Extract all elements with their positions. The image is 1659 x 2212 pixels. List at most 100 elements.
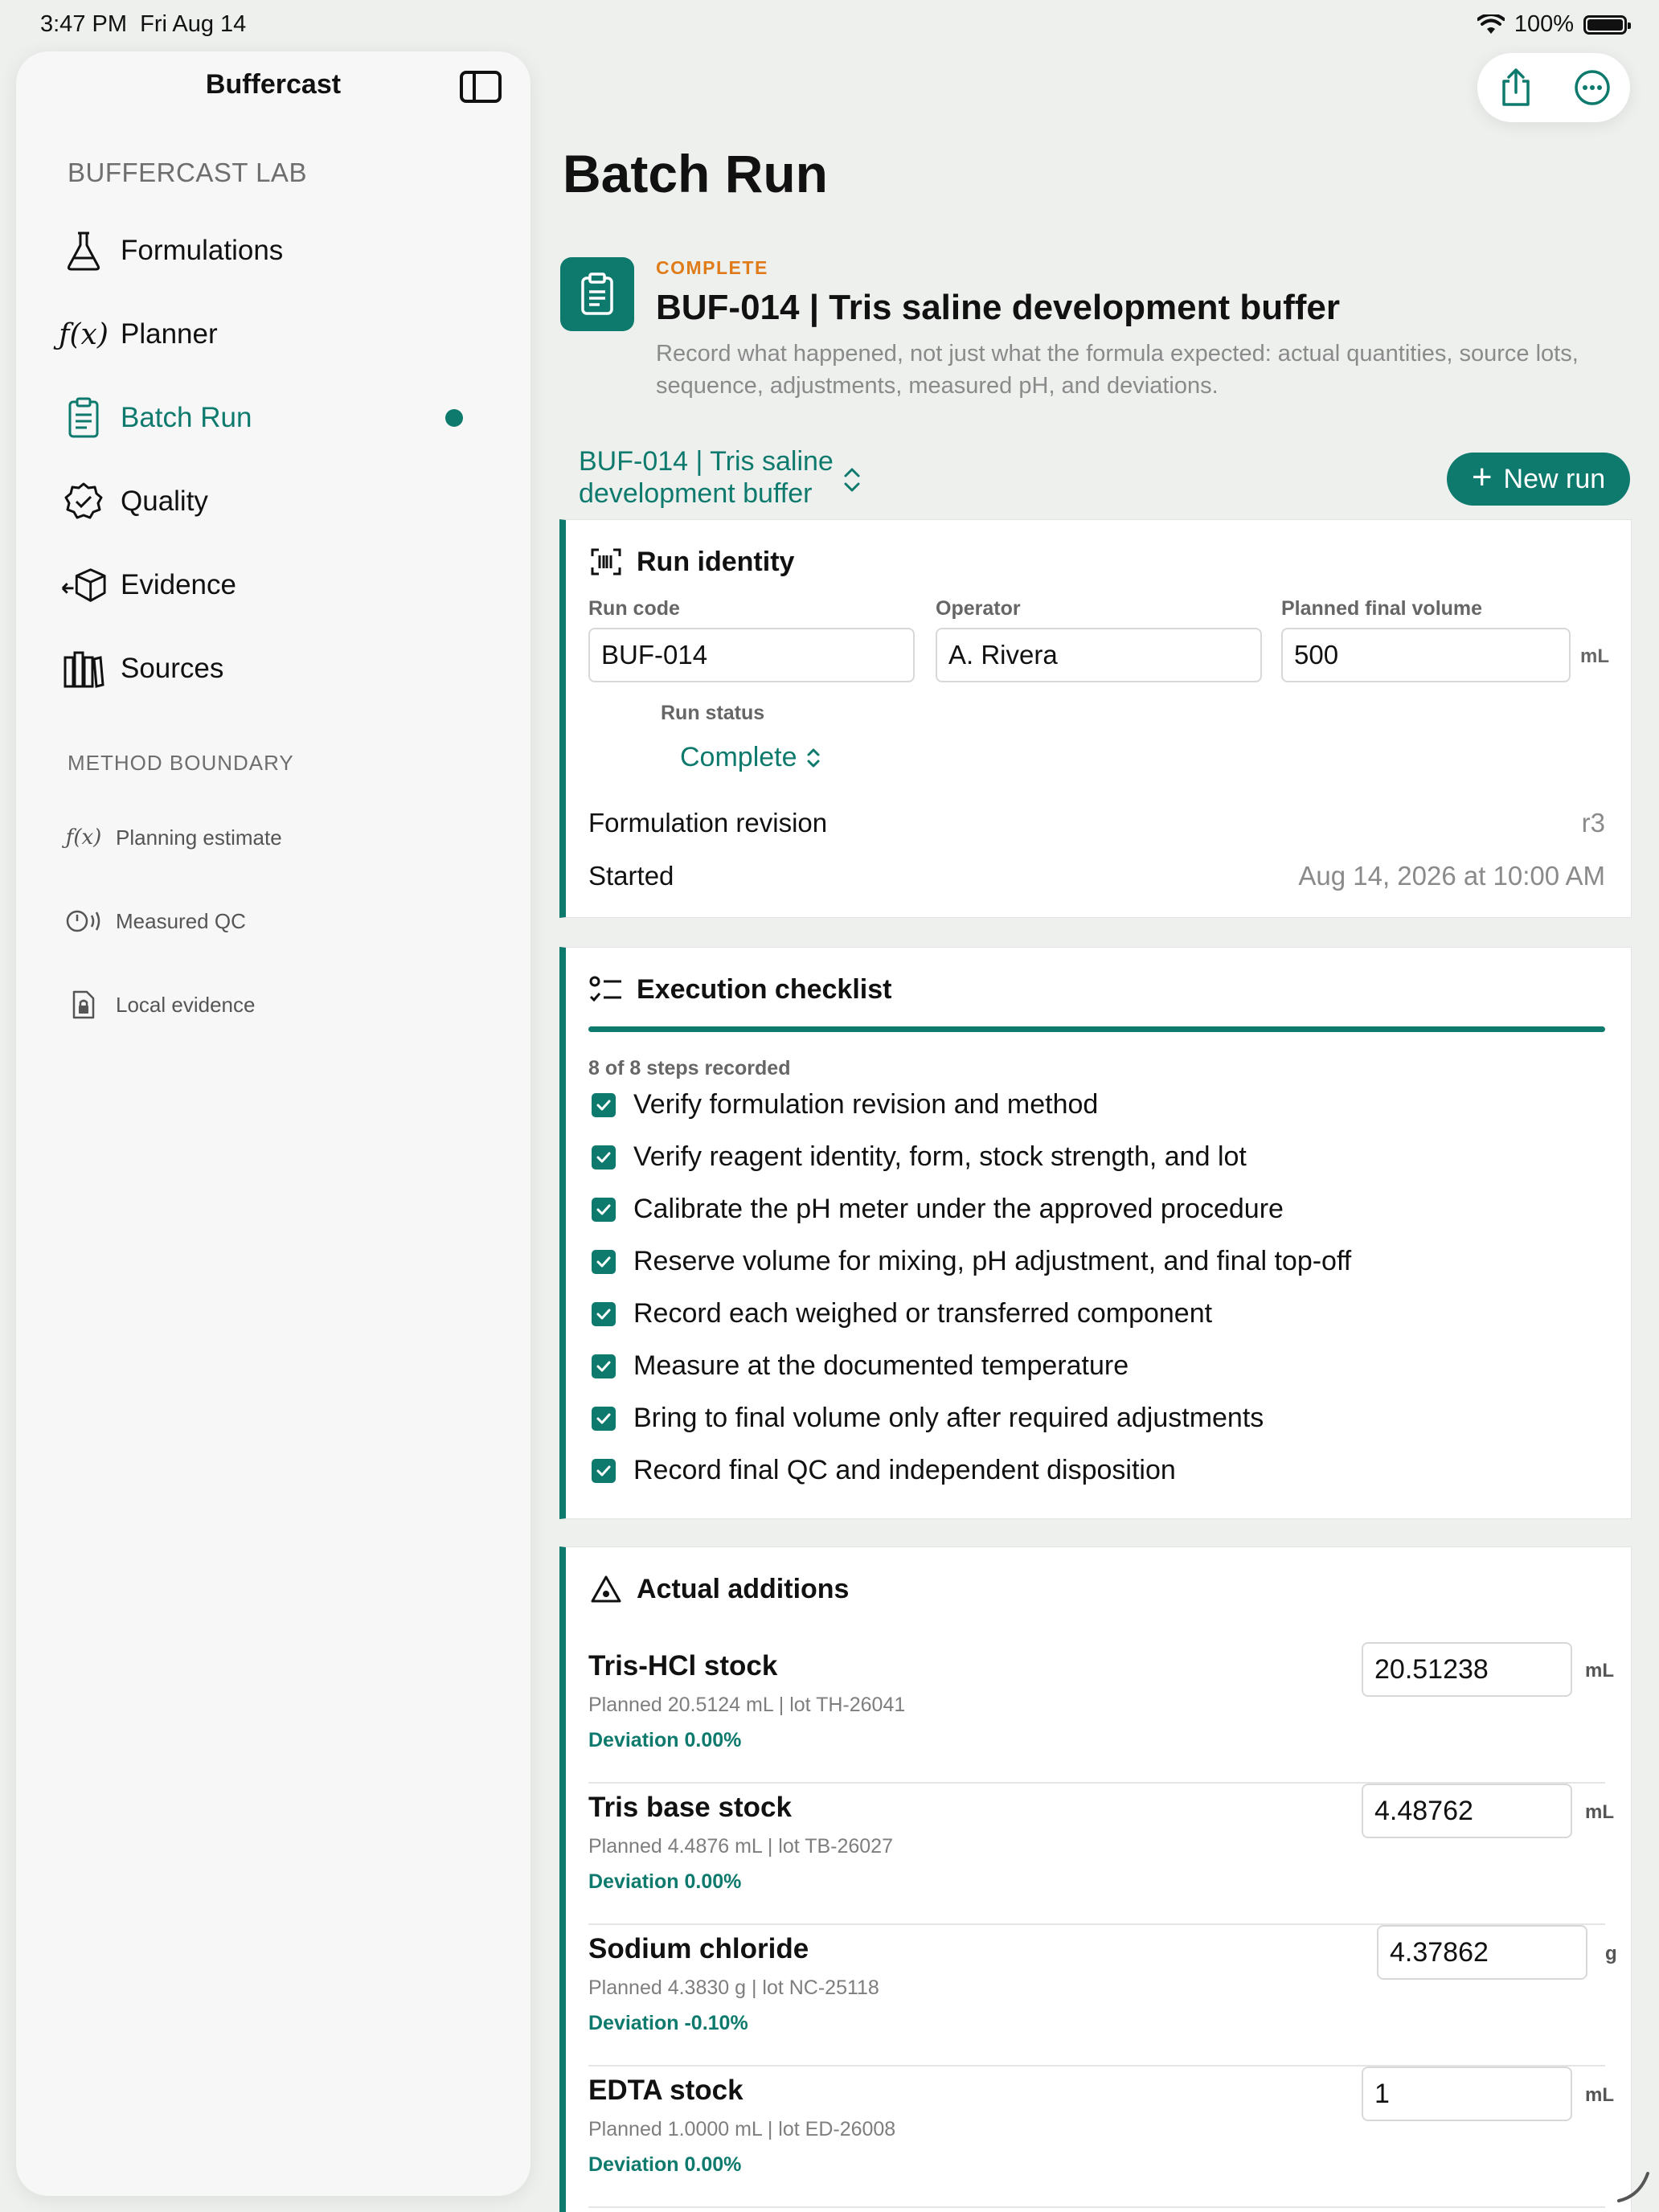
checklist-progress-bar <box>588 1026 1605 1032</box>
volume-unit: mL <box>1580 645 1609 667</box>
formulation-revision-label: Formulation revision <box>588 808 828 838</box>
barcode-scan-icon <box>588 544 624 580</box>
planned-volume-field[interactable]: 500 <box>1281 628 1571 682</box>
checkbox-checked-icon[interactable] <box>592 1197 616 1222</box>
seal-check-icon <box>61 479 106 524</box>
addition-unit: mL <box>1585 1801 1614 1823</box>
checkbox-checked-icon[interactable] <box>592 1249 616 1274</box>
checklist-icon <box>588 972 624 1007</box>
addition-actual-input[interactable]: 4.37862 <box>1377 1925 1587 1980</box>
addition-deviation: Deviation 0.00% <box>588 1729 742 1751</box>
clipboard-icon <box>61 395 106 440</box>
box-icon <box>61 563 106 608</box>
checklist-header: Execution checklist <box>588 972 891 1007</box>
sidebar-item-planner[interactable]: ƒ(x) Planner <box>59 302 495 367</box>
run-status-label: Run status <box>661 702 765 724</box>
checklist-item[interactable]: Record final QC and independent disposit… <box>592 1455 1176 1486</box>
addition-planned: Planned 20.5124 mL | lot TH-26041 <box>588 1694 906 1716</box>
sidebar-item-evidence[interactable]: Evidence <box>61 553 495 617</box>
resize-grip-icon[interactable] <box>1616 2169 1651 2204</box>
execution-checklist-card: Execution checklist 8 of 8 steps recorde… <box>559 947 1632 1519</box>
checkbox-checked-icon[interactable] <box>592 1301 616 1326</box>
addition-name: EDTA stock <box>588 2075 743 2106</box>
run-picker[interactable]: BUF-014 | Tris saline development buffer <box>579 445 860 510</box>
checkbox-checked-icon[interactable] <box>592 1458 616 1483</box>
run-code-label: Run code <box>588 597 680 620</box>
plus-icon: + <box>1471 457 1493 497</box>
addition-planned: Planned 1.0000 mL | lot ED-26008 <box>588 2118 896 2140</box>
checklist-item[interactable]: Verify reagent identity, form, stock str… <box>592 1141 1247 1173</box>
checklist-item[interactable]: Verify formulation revision and method <box>592 1089 1098 1120</box>
checkbox-checked-icon[interactable] <box>592 1145 616 1169</box>
clipboard-icon <box>560 257 634 331</box>
battery-percent: 100% <box>1514 11 1574 37</box>
run-status-picker[interactable]: Complete <box>680 742 821 773</box>
locked-doc-icon <box>61 985 106 1024</box>
chevron-updown-icon[interactable] <box>842 466 862 494</box>
formulation-revision-value: r3 <box>1581 808 1605 838</box>
boundary-item-planning-estimate[interactable]: ƒ(x) Planning estimate <box>61 812 479 863</box>
page-description: Record what happened, not just what the … <box>656 341 1579 399</box>
volume-label: Planned final volume <box>1281 597 1483 620</box>
actual-additions-card: Actual additions Tris-HCl stock Planned 2… <box>559 1546 1632 2212</box>
addition-unit: mL <box>1585 2084 1614 2106</box>
addition-name: Tris-HCl stock <box>588 1650 778 1682</box>
addition-unit: g <box>1605 1943 1617 1964</box>
addition-deviation: Deviation 0.00% <box>588 2153 742 2176</box>
run-identity-header: Run identity <box>588 544 794 580</box>
method-boundary-title: METHOD BOUNDARY <box>68 751 294 775</box>
started-value: Aug 14, 2026 at 10:00 AM <box>1298 861 1605 891</box>
boundary-item-measured-qc[interactable]: Measured QC <box>61 895 479 947</box>
chevron-updown-icon <box>807 748 820 767</box>
active-indicator-dot <box>445 409 463 427</box>
checklist-item[interactable]: Reserve volume for mixing, pH adjustment… <box>592 1246 1351 1277</box>
function-icon: ƒ(x) <box>65 825 102 850</box>
sidebar-item-formulations[interactable]: Formulations <box>61 219 495 283</box>
status-badge: COMPLETE <box>656 257 768 278</box>
new-run-button[interactable]: + New run <box>1447 453 1630 506</box>
sidebar-item-quality[interactable]: Quality <box>61 469 495 534</box>
run-code-field[interactable]: BUF-014 <box>588 628 915 682</box>
checkbox-checked-icon[interactable] <box>592 1092 616 1117</box>
status-indicators: 100% <box>1477 11 1631 38</box>
checklist-item[interactable]: Calibrate the pH meter under the approve… <box>592 1194 1284 1225</box>
sidebar-item-sources[interactable]: Sources <box>61 637 495 701</box>
checkbox-checked-icon[interactable] <box>592 1406 616 1431</box>
addition-row: Tris-HCl stock Planned 20.5124 mL | lot T… <box>588 1642 1614 1784</box>
page-title: Batch Run <box>563 144 828 203</box>
wifi-icon <box>1477 14 1505 34</box>
status-time: 3:47 PM Fri Aug 14 <box>40 11 247 37</box>
more-button[interactable] <box>1568 63 1616 112</box>
more-icon <box>1574 70 1610 105</box>
sidebar-item-batch-run[interactable]: Batch Run <box>61 386 495 450</box>
battery-icon <box>1583 14 1631 35</box>
checklist-count: 8 of 8 steps recorded <box>588 1057 791 1079</box>
addition-deviation: Deviation 0.00% <box>588 1870 742 1893</box>
started-label: Started <box>588 861 674 891</box>
addition-row: Tris base stock Planned 4.4876 mL | lot T… <box>588 1784 1614 1925</box>
app-title: Buffercast <box>205 69 342 100</box>
sidebar-toggle-icon[interactable] <box>460 71 502 103</box>
sidebar: Buffercast BUFFERCAST LAB Formulations ƒ… <box>16 51 530 2196</box>
checklist-item[interactable]: Bring to final volume only after require… <box>592 1403 1264 1434</box>
addition-actual-input[interactable]: 1 <box>1362 2067 1572 2121</box>
run-name: BUF-014 | Tris saline development buffer <box>656 288 1340 327</box>
gauge-icon <box>61 902 106 940</box>
share-icon <box>1501 68 1530 106</box>
addition-actual-input[interactable]: 20.51238 <box>1362 1642 1572 1697</box>
checklist-item[interactable]: Record each weighed or transferred compo… <box>592 1298 1212 1329</box>
checklist-item[interactable]: Measure at the documented temperature <box>592 1350 1129 1382</box>
function-icon: ƒ(x) <box>59 317 109 351</box>
addition-name: Sodium chloride <box>588 1933 809 1964</box>
top-actions <box>1477 53 1630 122</box>
addition-unit: mL <box>1585 1660 1614 1682</box>
operator-field[interactable]: A. Rivera <box>936 628 1262 682</box>
addition-planned: Planned 4.3830 g | lot NC-25118 <box>588 1976 879 1999</box>
addition-actual-input[interactable]: 4.48762 <box>1362 1784 1572 1838</box>
addition-deviation: Deviation -0.10% <box>588 2012 748 2034</box>
share-button[interactable] <box>1492 63 1540 112</box>
sidebar-section-title: BUFFERCAST LAB <box>68 158 307 187</box>
operator-label: Operator <box>936 597 1021 620</box>
boundary-item-local-evidence[interactable]: Local evidence <box>61 979 479 1030</box>
checkbox-checked-icon[interactable] <box>592 1354 616 1378</box>
